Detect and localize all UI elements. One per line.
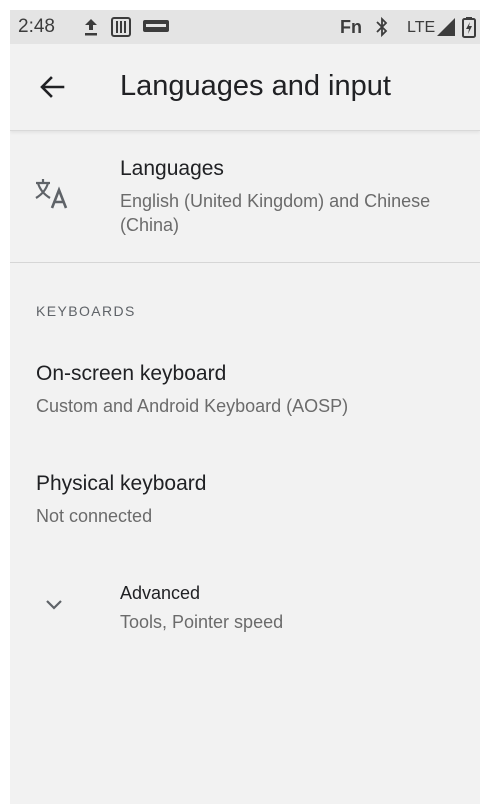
physical-keyboard-preference[interactable]: Physical keyboard Not connected — [10, 450, 480, 540]
app-bar: Languages and input — [10, 44, 480, 131]
volte-icon — [143, 19, 169, 38]
on-screen-keyboard-title: On-screen keyboard — [36, 362, 227, 385]
back-arrow-icon — [40, 76, 65, 98]
languages-title: Languages — [120, 157, 224, 180]
advanced-summary: Tools, Pointer speed — [120, 612, 284, 632]
keyboards-section-header: KEYBOARDS — [36, 303, 136, 319]
network-type: LTE — [407, 19, 436, 36]
page-title: Languages and input — [120, 70, 391, 102]
physical-keyboard-title: Physical keyboard — [36, 472, 207, 495]
chevron-down-icon — [44, 598, 64, 617]
languages-preference[interactable]: Languages English (United Kingdom) and C… — [10, 132, 480, 263]
languages-summary: English (United Kingdom) and Chinese (Ch… — [120, 191, 431, 235]
status-time: 2:48 — [18, 16, 55, 37]
back-button[interactable] — [30, 67, 74, 107]
on-screen-keyboard-preference[interactable]: On-screen keyboard Custom and Android Ke… — [10, 340, 480, 430]
bluetooth-icon — [374, 16, 390, 43]
battery-charging-icon — [462, 16, 476, 43]
on-screen-keyboard-summary: Custom and Android Keyboard (AOSP) — [36, 396, 349, 416]
translate-icon — [34, 178, 70, 215]
signal-icon — [436, 16, 456, 43]
status-bar: 2:48 Fn LTE — [10, 10, 480, 44]
advanced-title: Advanced — [120, 583, 201, 603]
upload-icon — [82, 16, 100, 43]
fn-indicator: Fn — [340, 17, 362, 37]
settings-screen: 2:48 Fn LTE Languages and input Language… — [10, 10, 480, 804]
sim-icon — [110, 16, 132, 43]
physical-keyboard-summary: Not connected — [36, 506, 153, 526]
